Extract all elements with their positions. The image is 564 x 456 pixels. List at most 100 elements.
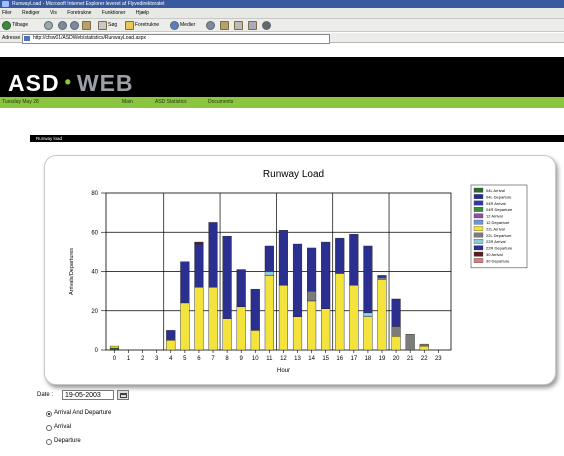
bar-segment	[292, 316, 303, 351]
menu-edit[interactable]: Rediger	[22, 10, 40, 16]
y-tick-label: 20	[91, 309, 98, 315]
mail-button[interactable]	[220, 19, 229, 32]
legend-swatch	[473, 187, 484, 193]
radio-departure[interactable]: Departure	[46, 437, 81, 446]
bar-segment	[391, 336, 401, 351]
x-axis-label: Hour	[277, 368, 290, 374]
stop-icon	[58, 21, 67, 30]
address-label: Adresse	[2, 35, 21, 41]
favorites-button[interactable]: Foretrukne	[125, 19, 159, 32]
bar-segment	[109, 345, 120, 349]
radio-indicator[interactable]	[46, 424, 52, 431]
radio-indicator[interactable]	[46, 410, 52, 417]
bar-segment	[307, 300, 317, 351]
bar-segment	[349, 234, 359, 286]
bar-segment	[208, 286, 218, 351]
y-tick-label: 60	[91, 230, 98, 236]
forward-button[interactable]	[44, 19, 53, 32]
messenger-button[interactable]	[262, 19, 271, 32]
site-nav: Tuesday May 28 Main ASD Statistics Docum…	[0, 97, 564, 108]
radio-arrival-and-departure[interactable]: Arrival And Departure	[46, 409, 111, 418]
bar-segment	[194, 243, 204, 288]
bar-segment	[208, 222, 218, 288]
media-icon	[170, 21, 179, 30]
bar-segment	[250, 330, 260, 351]
calendar-button[interactable]	[117, 390, 129, 400]
x-tick-label: 4	[169, 356, 173, 362]
legend-swatch	[473, 200, 484, 206]
legend-swatch	[473, 226, 484, 231]
x-tick-label: 0	[113, 356, 117, 362]
menu-favorites[interactable]: Foretrukne	[67, 10, 91, 16]
legend-swatch	[473, 194, 484, 199]
x-tick-label: 23	[435, 356, 442, 362]
refresh-icon	[70, 21, 79, 30]
back-button[interactable]: Tilbage	[2, 19, 28, 32]
legend-label: 22R Arrival	[486, 239, 506, 244]
legend-label: 04R Departure	[486, 207, 513, 212]
menu-help[interactable]: Hjælp	[136, 10, 149, 16]
bar-segment	[377, 275, 387, 278]
x-tick-label: 13	[294, 356, 301, 362]
nav-documents[interactable]: Documents	[208, 97, 233, 108]
edit-icon	[248, 21, 257, 30]
bar-segment	[363, 312, 373, 317]
legend-swatch	[473, 251, 484, 257]
bar-segment	[307, 290, 317, 302]
bar-segment	[264, 271, 274, 276]
section-header: Runway load	[30, 135, 564, 142]
bar-segment	[278, 285, 288, 351]
x-tick-label: 7	[211, 356, 215, 362]
x-tick-label: 12	[280, 356, 287, 362]
bar-segment	[166, 330, 176, 341]
history-button[interactable]	[206, 19, 215, 32]
address-bar: Adresse http://cfsw01/ASDWeb/statistics/…	[0, 33, 564, 44]
media-button[interactable]: Medier	[170, 19, 195, 32]
edit-button[interactable]	[248, 19, 257, 32]
legend-swatch	[473, 213, 484, 219]
y-tick-label: 40	[91, 270, 98, 276]
nav-asd-statistics[interactable]: ASD Statistics	[155, 97, 187, 108]
refresh-button[interactable]	[70, 19, 79, 32]
menu-file[interactable]: Filer	[2, 10, 12, 16]
bar-segment	[180, 302, 190, 351]
bar-segment	[335, 273, 345, 351]
legend-label: 04L Arrival	[486, 188, 505, 193]
window-title-bar: RunwayLoad - Microsoft Internet Explorer…	[0, 0, 564, 8]
stop-button[interactable]	[58, 19, 67, 32]
home-button[interactable]	[82, 19, 91, 32]
date-label: Date :	[37, 392, 54, 398]
legend-label: 30 Departure	[486, 258, 510, 263]
radio-indicator[interactable]	[46, 438, 52, 445]
x-tick-label: 17	[350, 356, 357, 362]
runway-load-chart: Runway Load020406080Arrivals/Departures0…	[69, 169, 528, 374]
bar-segment	[180, 261, 190, 304]
x-tick-label: 15	[322, 356, 329, 362]
x-tick-label: 8	[225, 356, 229, 362]
x-tick-label: 6	[197, 356, 201, 362]
site-logo[interactable]: ASD • WEB	[8, 70, 134, 95]
nav-main[interactable]: Main	[122, 97, 133, 108]
menu-tools[interactable]: Funktioner	[102, 10, 126, 16]
search-button[interactable]: Søg	[98, 19, 117, 32]
bar-segment	[377, 277, 387, 280]
mail-icon	[220, 21, 229, 30]
legend-label: 12 Arrival	[486, 214, 503, 219]
x-tick-label: 3	[155, 356, 159, 362]
radio-label: Departure	[54, 438, 81, 444]
x-tick-label: 2	[141, 356, 145, 362]
bar-segment	[419, 345, 429, 351]
x-tick-label: 9	[240, 356, 244, 362]
print-button[interactable]	[234, 19, 243, 32]
address-input[interactable]: http://cfsw01/ASDWeb/statistics/RunwayLo…	[22, 34, 330, 44]
bar-segment	[391, 326, 401, 337]
bar-segment	[166, 339, 176, 351]
date-input[interactable]: 19-05-2003	[62, 390, 114, 400]
menu-view[interactable]: Vis	[50, 10, 57, 16]
bar-segment	[307, 247, 317, 292]
radio-arrival[interactable]: Arrival	[46, 423, 71, 432]
radio-label: Arrival And Departure	[54, 410, 112, 416]
legend-swatch	[473, 207, 484, 212]
window-title: RunwayLoad - Microsoft Internet Explorer…	[12, 1, 165, 7]
forward-arrow-icon	[44, 21, 53, 30]
